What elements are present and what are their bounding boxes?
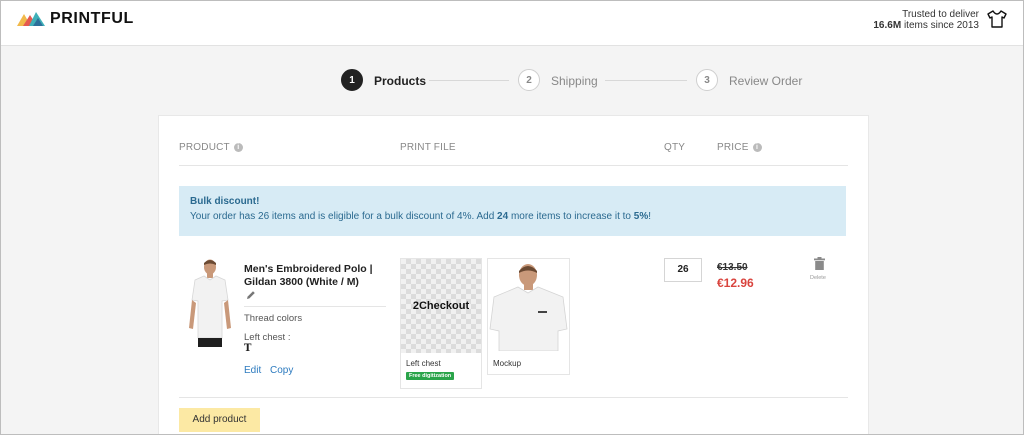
bulk-text-part2: more items to increase it to: [508, 211, 634, 222]
top-header: PRINTFUL Trusted to deliver 16.6M items …: [1, 1, 1023, 46]
mockup-caption: Mockup: [493, 359, 522, 368]
bulk-discount-title: Bulk discount!: [190, 196, 260, 207]
step-1-label[interactable]: Products: [374, 74, 426, 88]
trust-message: Trusted to deliver 16.6M items since 201…: [873, 9, 979, 31]
info-icon[interactable]: i: [233, 143, 243, 152]
printful-logo[interactable]: PRINTFUL: [17, 10, 134, 28]
trust-line-2: 16.6M items since 2013: [873, 20, 979, 31]
tshirt-icon: [987, 10, 1007, 28]
step-1-number[interactable]: 1: [341, 69, 363, 91]
edit-link[interactable]: Edit: [244, 365, 261, 376]
bulk-target-percent: 5%: [633, 211, 649, 222]
original-price: €13.50: [717, 262, 748, 273]
order-card: PRODUCT i PRINT FILE QTY PRICE i Bulk di…: [158, 115, 869, 434]
col-header-print-file: PRINT FILE: [400, 142, 456, 153]
free-digitization-badge: Free digitization: [406, 372, 455, 380]
trust-since: items since 2013: [901, 20, 979, 31]
col-header-qty: QTY: [664, 142, 686, 153]
print-file-card[interactable]: 2Checkout Left chest Free digitization: [400, 258, 482, 389]
step-2-label[interactable]: Shipping: [551, 74, 598, 88]
bulk-items-needed: 24: [497, 211, 509, 222]
print-file-design-text: 2Checkout: [412, 300, 470, 312]
bulk-discount-text: Your order has 26 items and is eligible …: [190, 211, 835, 222]
bulk-text-part3: !: [648, 211, 652, 222]
col-header-price: PRICE i: [717, 142, 762, 153]
logo-mountains-icon: [17, 12, 45, 26]
bulk-discount-alert: Bulk discount! Your order has 26 items a…: [179, 186, 846, 236]
discounted-price: €12.96: [717, 276, 754, 290]
thread-color-icon: T: [244, 343, 252, 354]
bulk-text-part1: Your order has 26 items and is eligible …: [190, 211, 498, 222]
step-3-number[interactable]: 3: [696, 69, 718, 91]
step-connector-1: [429, 80, 509, 81]
step-2-number[interactable]: 2: [518, 69, 540, 91]
trust-line-1: Trusted to deliver: [902, 9, 979, 20]
pencil-icon[interactable]: [246, 290, 256, 300]
trash-icon[interactable]: [814, 257, 825, 270]
product-divider: [244, 306, 386, 307]
mockup-image: [489, 264, 568, 351]
header-divider: [179, 165, 848, 166]
add-product-button[interactable]: Add product: [179, 408, 260, 432]
col-header-price-label: PRICE: [717, 142, 749, 153]
brand-name: PRINTFUL: [50, 10, 134, 27]
placement-label: Left chest :: [244, 332, 291, 343]
info-icon[interactable]: i: [752, 143, 762, 152]
step-connector-2: [605, 80, 687, 81]
delete-label[interactable]: Delete: [810, 275, 826, 281]
col-header-product-label: PRODUCT: [179, 142, 230, 153]
step-3-label[interactable]: Review Order: [729, 74, 802, 88]
copy-link[interactable]: Copy: [270, 365, 293, 376]
col-header-product: PRODUCT i: [179, 142, 243, 153]
mockup-card[interactable]: Mockup: [487, 258, 570, 375]
row-divider: [179, 397, 848, 398]
trust-count: 16.6M: [873, 20, 902, 31]
page-frame: PRINTFUL Trusted to deliver 16.6M items …: [0, 0, 1024, 435]
thread-colors-label: Thread colors: [244, 313, 303, 324]
print-file-caption: Left chest: [406, 359, 441, 368]
quantity-input[interactable]: 26: [664, 258, 702, 282]
product-name: Men's Embroidered Polo | Gildan 3800 (Wh…: [244, 263, 373, 288]
product-thumbnail: [189, 259, 231, 347]
